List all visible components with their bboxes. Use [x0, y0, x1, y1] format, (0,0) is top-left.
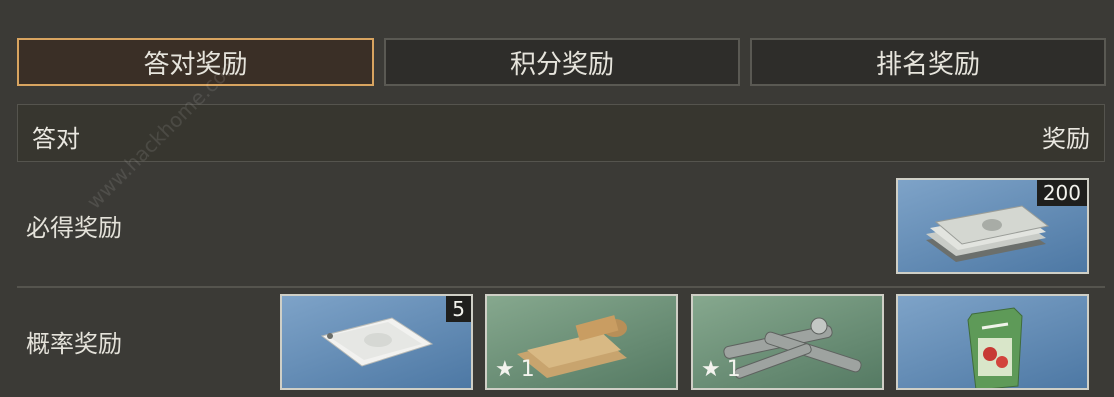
reward-seed-card[interactable]	[896, 294, 1089, 390]
tab-correct-answer-reward[interactable]: 答对奖励	[17, 38, 374, 86]
star-count: ★ 1	[701, 357, 741, 382]
reward-cash-card[interactable]: 200	[896, 178, 1089, 274]
star-count-value: 1	[726, 357, 741, 382]
reward-bag-card[interactable]: 5	[280, 294, 473, 390]
chance-reward-label: 概率奖励	[26, 330, 122, 358]
tab-ranking-reward[interactable]: 排名奖励	[750, 38, 1106, 86]
tab-label: 积分奖励	[509, 49, 614, 80]
header-reward-label: 奖励	[1042, 125, 1090, 153]
sealed-bag-icon	[320, 317, 434, 367]
reward-pipes-card[interactable]: ★ 1	[691, 294, 884, 390]
star-icon: ★	[495, 357, 515, 382]
star-count: ★ 1	[495, 357, 535, 382]
star-icon: ★	[701, 357, 721, 382]
row-divider	[17, 286, 1105, 288]
guaranteed-reward-label: 必得奖励	[26, 214, 122, 242]
reward-count-badge: 5	[446, 296, 471, 322]
reward-cloth-card[interactable]: ★ 1	[485, 294, 678, 390]
tab-points-reward[interactable]: 积分奖励	[384, 38, 740, 86]
tab-label: 排名奖励	[875, 49, 980, 80]
header-correct-label: 答对	[32, 125, 80, 153]
star-count-value: 1	[520, 357, 535, 382]
seed-packet-icon	[967, 307, 1023, 388]
reward-count-badge: 200	[1036, 180, 1087, 206]
